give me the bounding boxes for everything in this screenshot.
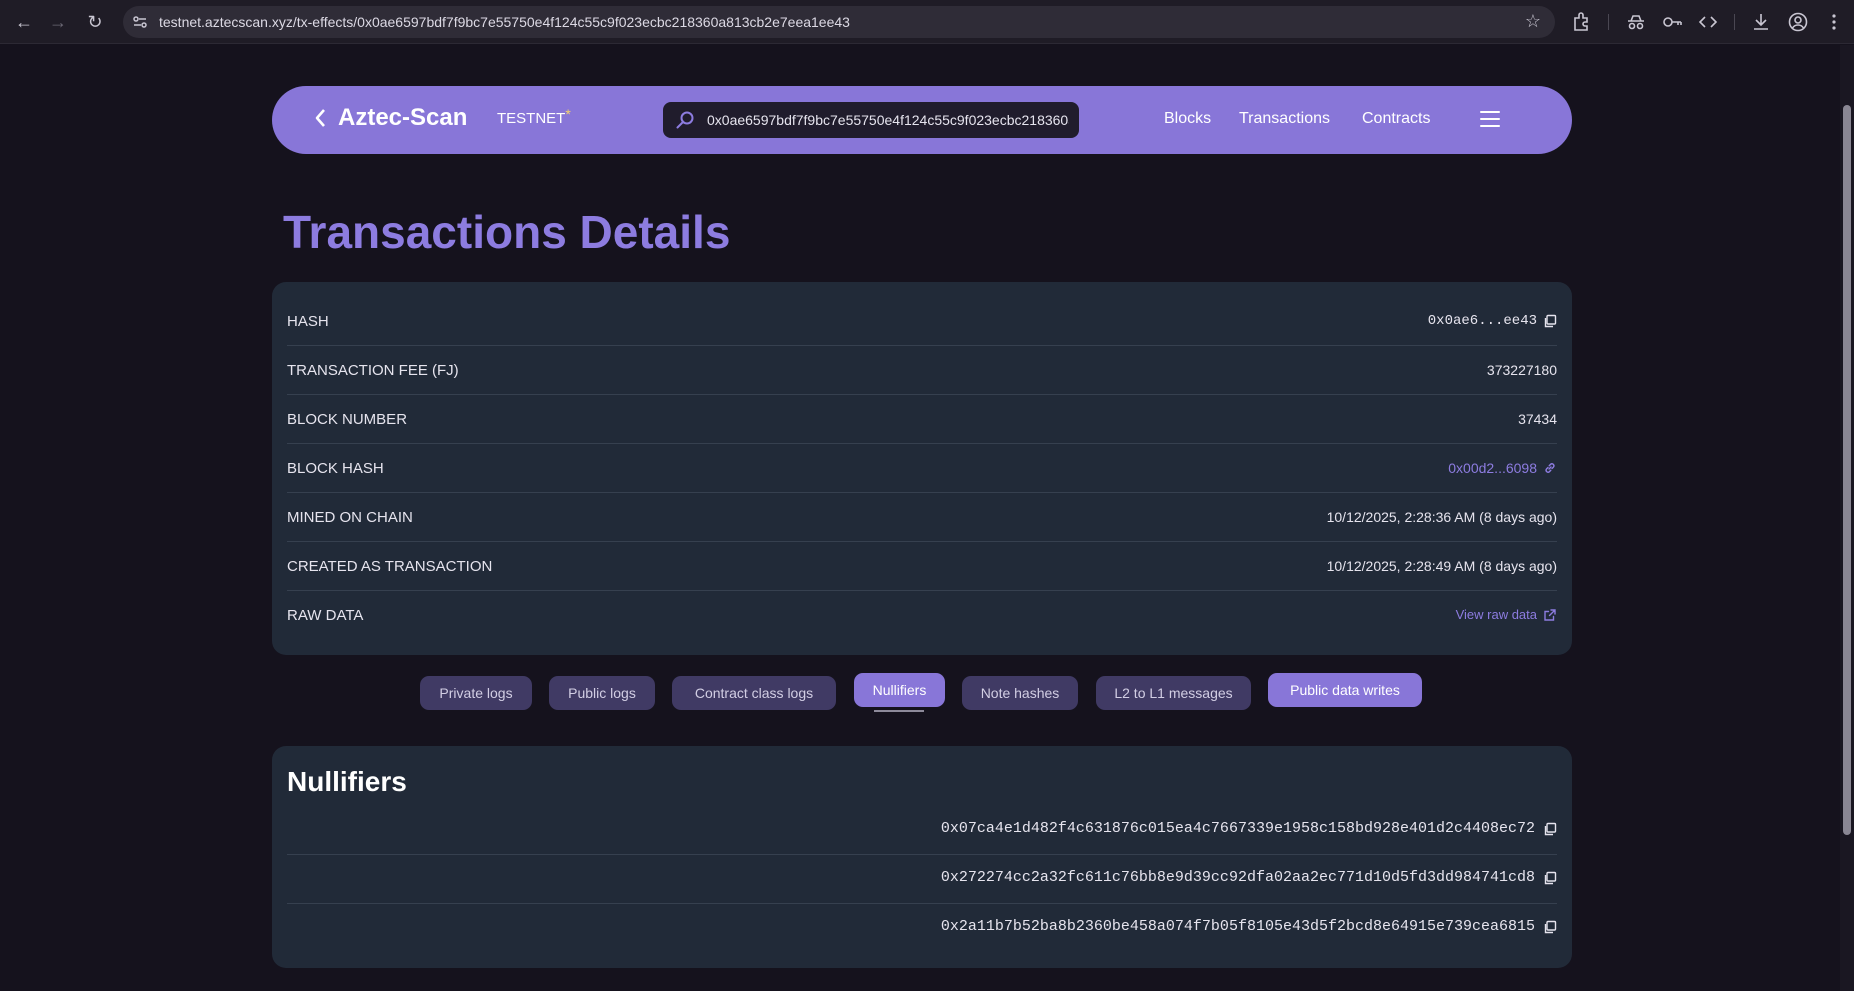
address-bar[interactable]: testnet.aztecscan.xyz/tx-effects/0x0ae65…	[123, 6, 1555, 38]
tab-public-logs[interactable]: Public logs	[549, 676, 655, 710]
site-info-icon[interactable]	[131, 13, 149, 31]
aztec-logo-icon	[315, 109, 325, 127]
list-item: 0x272274cc2a32fc611c76bb8e9d39cc92dfa02a…	[287, 855, 1557, 904]
network-asterisk: *	[565, 106, 571, 122]
toolbar-separator	[1608, 14, 1609, 30]
reload-icon[interactable]: ↻	[82, 9, 108, 35]
fee-label: TRANSACTION FEE (FJ)	[287, 362, 459, 379]
copy-icon[interactable]	[1543, 871, 1557, 885]
detail-row-block-number: BLOCK NUMBER 37434	[287, 395, 1557, 444]
forward-icon[interactable]: →	[45, 9, 71, 35]
block-hash-link[interactable]: 0x00d2...6098	[1448, 460, 1557, 476]
external-link-icon[interactable]	[1543, 608, 1557, 622]
profile-icon[interactable]	[1786, 10, 1810, 34]
nav-blocks[interactable]: Blocks	[1164, 110, 1211, 128]
nullifiers-card: Nullifiers 0x07ca4e1d482f4c631876c015ea4…	[272, 746, 1572, 968]
scrollbar-thumb[interactable]	[1843, 105, 1851, 835]
browser-toolbar: ← → ↻ testnet.aztecscan.xyz/tx-effects/0…	[0, 0, 1854, 44]
active-tab-indicator	[874, 710, 924, 712]
page-scrollbar[interactable]	[1840, 45, 1854, 991]
block-number-label: BLOCK NUMBER	[287, 411, 408, 428]
copy-icon[interactable]	[1543, 920, 1557, 934]
copy-icon[interactable]	[1543, 314, 1557, 328]
network-badge: TESTNET*	[497, 106, 571, 127]
page-title: Transactions Details	[283, 206, 731, 258]
nullifier-group: 0x07ca4e1d482f4c631876c015ea4c7667339e19…	[941, 820, 1557, 837]
nullifier-value: 0x07ca4e1d482f4c631876c015ea4c7667339e19…	[940, 820, 1535, 837]
key-icon[interactable]	[1660, 10, 1684, 34]
site-header: Aztec-Scan TESTNET* 0x0ae6597bdf7f9bc7e5…	[272, 86, 1572, 154]
tab-contract-class-logs[interactable]: Contract class logs	[672, 676, 836, 710]
code-icon[interactable]	[1696, 10, 1720, 34]
link-icon[interactable]	[1543, 461, 1557, 475]
nav-transactions[interactable]: Transactions	[1239, 110, 1330, 128]
more-menu-icon[interactable]	[1822, 10, 1846, 34]
incognito-icon[interactable]	[1624, 10, 1648, 34]
created-label: CREATED AS TRANSACTION	[287, 558, 493, 575]
detail-row-created: CREATED AS TRANSACTION 10/12/2025, 2:28:…	[287, 542, 1557, 591]
logo[interactable]: Aztec-Scan	[312, 104, 467, 132]
hash-label: HASH	[287, 313, 329, 330]
extensions-icon[interactable]	[1570, 10, 1594, 34]
nullifiers-title: Nullifiers	[287, 766, 407, 797]
block-hash-value[interactable]: 0x00d2...6098	[1448, 460, 1537, 476]
tab-nullifiers[interactable]: Nullifiers	[854, 673, 945, 707]
tab-l2-to-l1-messages[interactable]: L2 to L1 messages	[1096, 676, 1251, 710]
detail-row-fee: TRANSACTION FEE (FJ) 373227180	[287, 346, 1557, 395]
list-item: 0x07ca4e1d482f4c631876c015ea4c7667339e19…	[287, 806, 1557, 855]
detail-row-hash: HASH 0x0ae6...ee43	[287, 297, 1557, 346]
tab-public-data-writes[interactable]: Public data writes	[1268, 673, 1422, 707]
nav-contracts[interactable]: Contracts	[1362, 110, 1430, 128]
back-icon[interactable]: ←	[11, 9, 37, 35]
tab-private-logs[interactable]: Private logs	[420, 676, 532, 710]
detail-row-mined: MINED ON CHAIN 10/12/2025, 2:28:36 AM (8…	[287, 493, 1557, 542]
transaction-details-card: HASH 0x0ae6...ee43 TRANSACTION FEE (FJ) …	[272, 282, 1572, 655]
detail-row-block-hash: BLOCK HASH 0x00d2...6098	[287, 444, 1557, 493]
block-number-value: 37434	[1518, 411, 1557, 427]
nullifier-group: 0x2a11b7b52ba8b2360be458a074f7b05f8105e4…	[941, 918, 1557, 935]
network-label: TESTNET	[497, 110, 566, 127]
hash-value-group: 0x0ae6...ee43	[1428, 313, 1557, 329]
copy-icon[interactable]	[1543, 822, 1557, 836]
tab-note-hashes[interactable]: Note hashes	[962, 676, 1078, 710]
mined-value: 10/12/2025, 2:28:36 AM (8 days ago)	[1326, 509, 1557, 525]
fee-value: 373227180	[1486, 362, 1557, 378]
view-raw-data-text[interactable]: View raw data	[1456, 607, 1537, 622]
search-input-value[interactable]: 0x0ae6597bdf7f9bc7e55750e4f124c55c9f023e…	[707, 112, 1069, 128]
created-value: 10/12/2025, 2:28:49 AM (8 days ago)	[1326, 558, 1557, 574]
detail-row-raw-data: RAW DATA View raw data	[287, 591, 1557, 640]
raw-data-label: RAW DATA	[287, 607, 364, 624]
view-raw-data-link[interactable]: View raw data	[1456, 607, 1557, 622]
nullifier-group: 0x272274cc2a32fc611c76bb8e9d39cc92dfa02a…	[941, 869, 1557, 886]
hash-value: 0x0ae6...ee43	[1427, 313, 1537, 329]
nullifier-value: 0x272274cc2a32fc611c76bb8e9d39cc92dfa02a…	[940, 869, 1535, 886]
list-item: 0x2a11b7b52ba8b2360be458a074f7b05f8105e4…	[287, 904, 1557, 953]
nullifier-value: 0x2a11b7b52ba8b2360be458a074f7b05f8105e4…	[940, 918, 1535, 935]
search-icon	[676, 111, 694, 129]
mined-label: MINED ON CHAIN	[287, 509, 413, 526]
hamburger-menu-icon[interactable]	[1480, 111, 1500, 127]
download-icon[interactable]	[1749, 10, 1773, 34]
logo-text: Aztec-Scan	[338, 104, 468, 131]
url-text[interactable]: testnet.aztecscan.xyz/tx-effects/0x0ae65…	[159, 14, 850, 30]
search-input[interactable]: 0x0ae6597bdf7f9bc7e55750e4f124c55c9f023e…	[663, 102, 1079, 138]
block-hash-label: BLOCK HASH	[287, 460, 384, 477]
toolbar-separator	[1734, 14, 1735, 30]
bookmark-star-icon[interactable]: ☆	[1525, 11, 1541, 32]
